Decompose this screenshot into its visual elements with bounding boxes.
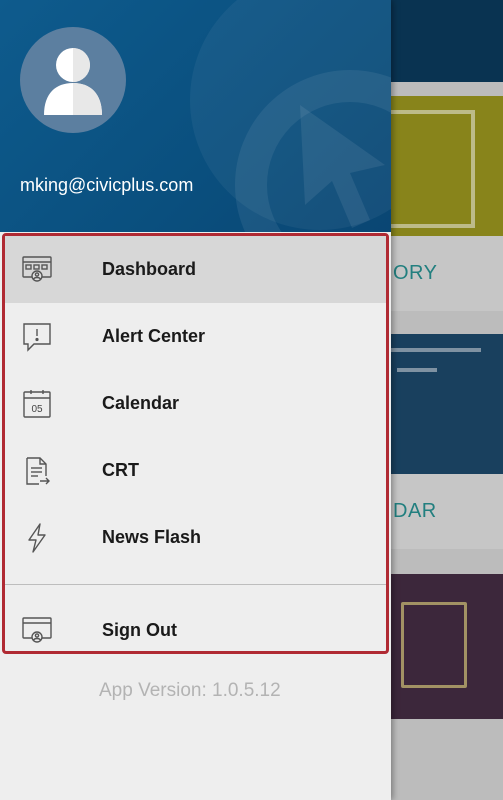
dashboard-icon: [21, 254, 53, 286]
user-silhouette-icon: [44, 48, 102, 115]
lightning-icon: [21, 522, 53, 554]
drawer-scrim[interactable]: [391, 0, 503, 800]
app-version: App Version: 1.0.5.12: [99, 680, 281, 701]
menu-item-alert-center[interactable]: Alert Center: [5, 303, 386, 370]
menu-highlight-box: Dashboard Alert Center 05 Calendar CRT N…: [2, 233, 389, 654]
menu-divider: [5, 584, 386, 585]
alert-icon: [21, 321, 53, 353]
menu-item-label: Dashboard: [102, 259, 197, 279]
menu-item-label: Calendar: [102, 393, 180, 413]
calendar-icon: 05: [21, 388, 53, 420]
menu-item-label: News Flash: [102, 527, 202, 547]
menu-item-label: CRT: [102, 460, 139, 480]
navigation-drawer: mking@civicplus.com Dashboard Alert Cent…: [0, 0, 391, 800]
calendar-icon-day: 05: [31, 404, 43, 415]
document-icon: [21, 455, 53, 487]
sign-out-icon: [21, 615, 53, 647]
user-email: mking@civicplus.com: [20, 175, 194, 195]
cursor-logo-icon: [300, 105, 385, 228]
menu-item-calendar[interactable]: 05 Calendar: [5, 370, 386, 437]
menu-item-sign-out[interactable]: Sign Out: [5, 597, 386, 664]
menu-item-dashboard[interactable]: Dashboard: [5, 236, 386, 303]
drawer-header: mking@civicplus.com: [0, 0, 391, 232]
menu-item-label: Sign Out: [102, 620, 177, 640]
menu-item-news-flash[interactable]: News Flash: [5, 504, 386, 571]
menu-item-crt[interactable]: CRT: [5, 437, 386, 504]
avatar[interactable]: [20, 27, 126, 133]
menu-item-label: Alert Center: [102, 326, 206, 346]
